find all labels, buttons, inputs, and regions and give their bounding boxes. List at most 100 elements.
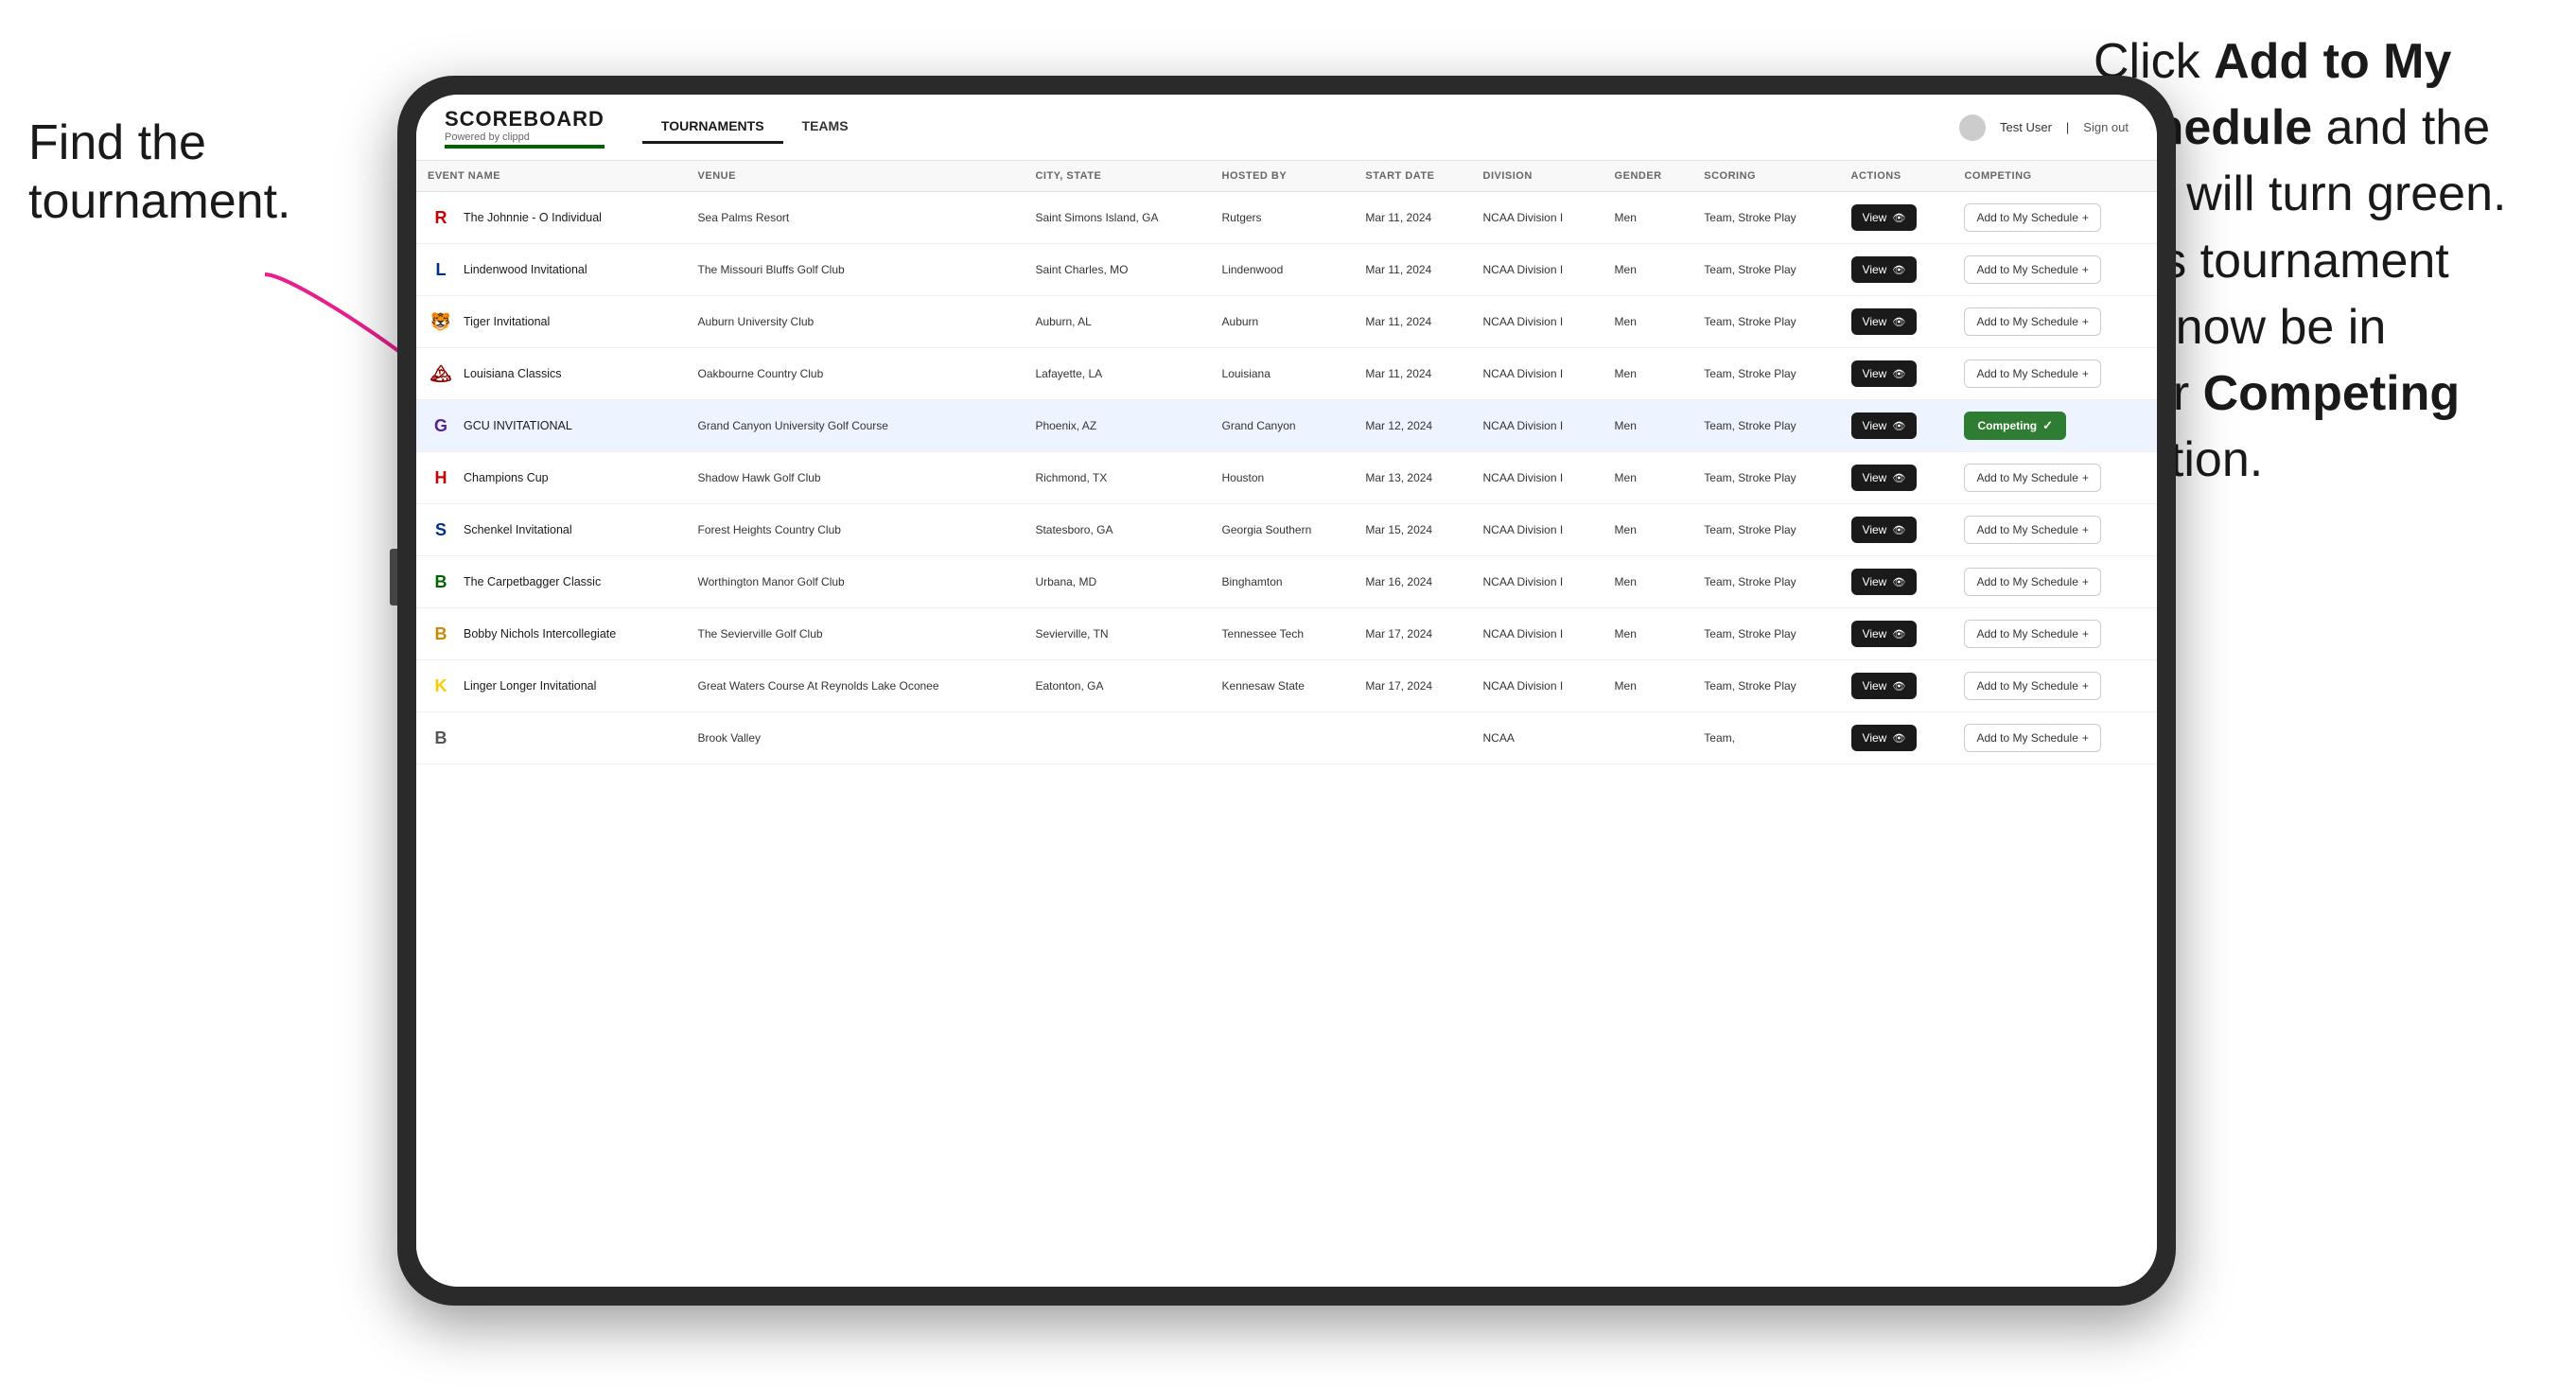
add-to-schedule-button[interactable]: Add to My Schedule + — [1964, 360, 2100, 388]
view-button[interactable]: View 👁 — [1851, 725, 1918, 751]
col-hosted-by: HOSTED BY — [1211, 161, 1355, 192]
view-button[interactable]: View 👁 — [1851, 673, 1918, 699]
user-name: Test User — [2000, 120, 2052, 134]
annotation-left: Find the tournament. — [28, 114, 291, 232]
event-name-text: Louisiana Classics — [464, 367, 562, 380]
start-date-cell: Mar 13, 2024 — [1354, 452, 1471, 504]
school-logo: G — [428, 412, 454, 439]
view-button[interactable]: View 👁 — [1851, 517, 1918, 543]
start-date-cell: Mar 15, 2024 — [1354, 504, 1471, 556]
check-icon: ✓ — [2042, 418, 2053, 433]
app-header: SCOREBOARD Powered by clippd TOURNAMENTS… — [416, 95, 2157, 161]
add-to-schedule-button[interactable]: Add to My Schedule + — [1964, 255, 2100, 284]
hosted-by-cell — [1211, 712, 1355, 764]
actions-cell: View 👁 — [1840, 400, 1954, 452]
hosted-by-cell: Houston — [1211, 452, 1355, 504]
table-row: B Bobby Nichols Intercollegiate The Sevi… — [416, 608, 2157, 660]
view-button[interactable]: View 👁 — [1851, 412, 1918, 439]
actions-cell: View 👁 — [1840, 244, 1954, 296]
table-row: 🏔 Louisiana Classics Oakbourne Country C… — [416, 348, 2157, 400]
scoring-cell: Team, Stroke Play — [1692, 556, 1839, 608]
view-button[interactable]: View 👁 — [1851, 621, 1918, 647]
gender-cell: Men — [1603, 608, 1693, 660]
tab-teams[interactable]: TEAMS — [783, 111, 867, 144]
eye-icon: 👁 — [1892, 472, 1905, 484]
nav-tabs: TOURNAMENTS TEAMS — [642, 111, 867, 144]
actions-cell: View 👁 — [1840, 660, 1954, 712]
view-label: View — [1863, 679, 1887, 693]
add-schedule-label: Add to My Schedule — [1976, 575, 2077, 588]
hosted-by-cell: Louisiana — [1211, 348, 1355, 400]
competing-button[interactable]: Competing ✓ — [1964, 412, 2066, 440]
city-state-cell — [1024, 712, 1210, 764]
add-to-schedule-button[interactable]: Add to My Schedule + — [1964, 568, 2100, 596]
city-state-cell: Saint Charles, MO — [1024, 244, 1210, 296]
plus-icon: + — [2082, 211, 2089, 224]
city-state-cell: Sevierville, TN — [1024, 608, 1210, 660]
actions-cell: View 👁 — [1840, 348, 1954, 400]
start-date-cell — [1354, 712, 1471, 764]
table-row: K Linger Longer Invitational Great Water… — [416, 660, 2157, 712]
start-date-cell: Mar 11, 2024 — [1354, 192, 1471, 244]
venue-cell: Grand Canyon University Golf Course — [687, 400, 1025, 452]
gender-cell: Men — [1603, 556, 1693, 608]
city-state-cell: Urbana, MD — [1024, 556, 1210, 608]
add-to-schedule-button[interactable]: Add to My Schedule + — [1964, 464, 2100, 492]
table-header-row: EVENT NAME VENUE CITY, STATE HOSTED BY S… — [416, 161, 2157, 192]
add-to-schedule-button[interactable]: Add to My Schedule + — [1964, 516, 2100, 544]
add-to-schedule-button[interactable]: Add to My Schedule + — [1964, 307, 2100, 336]
event-name-cell: R The Johnnie - O Individual — [416, 192, 687, 244]
competing-cell: Add to My Schedule + — [1953, 296, 2157, 348]
add-schedule-label: Add to My Schedule — [1976, 211, 2077, 224]
gender-cell: Men — [1603, 660, 1693, 712]
view-label: View — [1863, 627, 1887, 640]
tab-tournaments[interactable]: TOURNAMENTS — [642, 111, 783, 144]
add-to-schedule-button[interactable]: Add to My Schedule + — [1964, 672, 2100, 700]
table-row: B Brook ValleyNCAATeam, View 👁 Add to My… — [416, 712, 2157, 764]
competing-cell: Add to My Schedule + — [1953, 608, 2157, 660]
view-button[interactable]: View 👁 — [1851, 204, 1918, 231]
start-date-cell: Mar 11, 2024 — [1354, 348, 1471, 400]
competing-label: Competing — [1977, 419, 2037, 432]
table-row: R The Johnnie - O Individual Sea Palms R… — [416, 192, 2157, 244]
gender-cell: Men — [1603, 348, 1693, 400]
competing-cell: Add to My Schedule + — [1953, 244, 2157, 296]
view-button[interactable]: View 👁 — [1851, 256, 1918, 283]
view-button[interactable]: View 👁 — [1851, 308, 1918, 335]
school-logo: B — [428, 725, 454, 751]
scoring-cell: Team, Stroke Play — [1692, 660, 1839, 712]
col-venue: VENUE — [687, 161, 1025, 192]
scoring-cell: Team, Stroke Play — [1692, 504, 1839, 556]
add-to-schedule-button[interactable]: Add to My Schedule + — [1964, 724, 2100, 752]
eye-icon: 👁 — [1892, 264, 1905, 276]
event-name-cell: B — [416, 712, 687, 764]
event-name-text: GCU INVITATIONAL — [464, 419, 572, 432]
division-cell: NCAA Division I — [1472, 348, 1603, 400]
venue-cell: The Sevierville Golf Club — [687, 608, 1025, 660]
event-name-cell: G GCU INVITATIONAL — [416, 400, 687, 452]
col-gender: GENDER — [1603, 161, 1693, 192]
plus-icon: + — [2082, 627, 2089, 640]
division-cell: NCAA — [1472, 712, 1603, 764]
add-schedule-label: Add to My Schedule — [1976, 315, 2077, 328]
school-logo: 🐯 — [428, 308, 454, 335]
view-button[interactable]: View 👁 — [1851, 465, 1918, 491]
add-to-schedule-button[interactable]: Add to My Schedule + — [1964, 620, 2100, 648]
view-button[interactable]: View 👁 — [1851, 569, 1918, 595]
gender-cell — [1603, 712, 1693, 764]
header-right: Test User | Sign out — [1959, 114, 2129, 141]
event-name-cell: H Champions Cup — [416, 452, 687, 504]
gender-cell: Men — [1603, 504, 1693, 556]
view-label: View — [1863, 367, 1887, 380]
plus-icon: + — [2082, 315, 2089, 328]
view-button[interactable]: View 👁 — [1851, 360, 1918, 387]
venue-cell: Great Waters Course At Reynolds Lake Oco… — [687, 660, 1025, 712]
start-date-cell: Mar 12, 2024 — [1354, 400, 1471, 452]
tablet-frame: SCOREBOARD Powered by clippd TOURNAMENTS… — [397, 76, 2176, 1306]
add-to-schedule-button[interactable]: Add to My Schedule + — [1964, 203, 2100, 232]
separator: | — [2066, 120, 2069, 134]
scoring-cell: Team, Stroke Play — [1692, 452, 1839, 504]
event-name-text: The Johnnie - O Individual — [464, 211, 602, 224]
sign-out-link[interactable]: Sign out — [2083, 120, 2129, 134]
event-name-text: Bobby Nichols Intercollegiate — [464, 627, 616, 640]
